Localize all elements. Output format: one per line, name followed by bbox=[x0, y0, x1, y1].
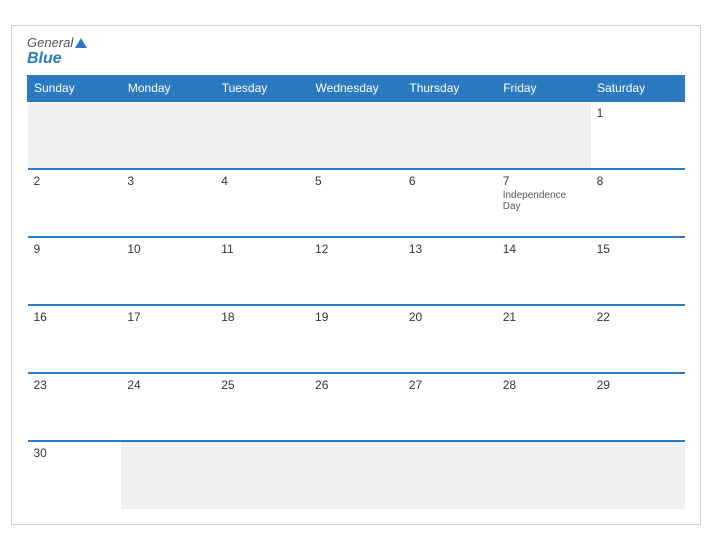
calendar-cell: 1 bbox=[591, 101, 685, 169]
calendar-cell: 28 bbox=[497, 373, 591, 441]
day-number: 8 bbox=[597, 174, 679, 188]
day-number: 7 bbox=[503, 174, 585, 188]
day-number: 21 bbox=[503, 310, 585, 324]
calendar-cell: 17 bbox=[121, 305, 215, 373]
day-number: 28 bbox=[503, 378, 585, 392]
calendar-cell: 11 bbox=[215, 237, 309, 305]
day-number: 29 bbox=[597, 378, 679, 392]
day-number: 24 bbox=[127, 378, 209, 392]
calendar-cell: 9 bbox=[28, 237, 122, 305]
logo-blue-text: Blue bbox=[27, 50, 62, 68]
calendar-row-3: 16 17 18 19 20 21 22 bbox=[28, 305, 685, 373]
calendar-cell: 29 bbox=[591, 373, 685, 441]
calendar-cell bbox=[309, 441, 403, 509]
calendar-cell bbox=[403, 441, 497, 509]
day-number: 11 bbox=[221, 242, 303, 256]
calendar-cell bbox=[121, 441, 215, 509]
logo-triangle-icon bbox=[75, 38, 87, 48]
day-number: 9 bbox=[34, 242, 116, 256]
day-number: 19 bbox=[315, 310, 397, 324]
weekday-header-monday: Monday bbox=[121, 76, 215, 102]
calendar-cell: 27 bbox=[403, 373, 497, 441]
calendar-cell: 22 bbox=[591, 305, 685, 373]
calendar-cell: 30 bbox=[28, 441, 122, 509]
calendar-thead: SundayMondayTuesdayWednesdayThursdayFrid… bbox=[28, 76, 685, 102]
calendar-header: General Blue bbox=[27, 36, 685, 68]
calendar-cell bbox=[309, 101, 403, 169]
calendar-row-4: 23 24 25 26 27 28 29 bbox=[28, 373, 685, 441]
day-number: 6 bbox=[409, 174, 491, 188]
day-number: 4 bbox=[221, 174, 303, 188]
calendar-cell: 4 bbox=[215, 169, 309, 237]
day-number: 16 bbox=[34, 310, 116, 324]
calendar-cell bbox=[121, 101, 215, 169]
calendar-row-5: 30 bbox=[28, 441, 685, 509]
day-number: 5 bbox=[315, 174, 397, 188]
day-number: 1 bbox=[597, 106, 679, 120]
day-number: 14 bbox=[503, 242, 585, 256]
day-number: 20 bbox=[409, 310, 491, 324]
day-number: 13 bbox=[409, 242, 491, 256]
calendar-cell bbox=[591, 441, 685, 509]
calendar-cell: 14 bbox=[497, 237, 591, 305]
day-number: 26 bbox=[315, 378, 397, 392]
day-number: 27 bbox=[409, 378, 491, 392]
weekday-header-saturday: Saturday bbox=[591, 76, 685, 102]
calendar-cell: 7 Independence Day bbox=[497, 169, 591, 237]
day-number: 10 bbox=[127, 242, 209, 256]
calendar-row-1: 234567 Independence Day 8 bbox=[28, 169, 685, 237]
calendar-cell bbox=[497, 441, 591, 509]
calendar-cell: 26 bbox=[309, 373, 403, 441]
calendar-cell: 16 bbox=[28, 305, 122, 373]
calendar-cell: 3 bbox=[121, 169, 215, 237]
calendar-row-0: 1 bbox=[28, 101, 685, 169]
logo-general-text: General bbox=[27, 36, 87, 50]
calendar-tbody: 1234567Independence Day89101112131415161… bbox=[28, 101, 685, 509]
day-number: 2 bbox=[34, 174, 116, 188]
day-number: 3 bbox=[127, 174, 209, 188]
calendar-cell: 15 bbox=[591, 237, 685, 305]
day-number: 25 bbox=[221, 378, 303, 392]
day-number: 15 bbox=[597, 242, 679, 256]
calendar-cell: 20 bbox=[403, 305, 497, 373]
calendar-cell: 21 bbox=[497, 305, 591, 373]
calendar-cell: 24 bbox=[121, 373, 215, 441]
calendar-cell bbox=[215, 441, 309, 509]
calendar-cell: 12 bbox=[309, 237, 403, 305]
calendar-cell: 2 bbox=[28, 169, 122, 237]
weekday-header-sunday: Sunday bbox=[28, 76, 122, 102]
calendar-cell bbox=[403, 101, 497, 169]
calendar-cell: 25 bbox=[215, 373, 309, 441]
weekday-header-tuesday: Tuesday bbox=[215, 76, 309, 102]
calendar-row-2: 9 10 11 12 13 14 15 bbox=[28, 237, 685, 305]
day-event: Independence Day bbox=[503, 190, 585, 212]
calendar-cell bbox=[497, 101, 591, 169]
day-number: 12 bbox=[315, 242, 397, 256]
day-number: 23 bbox=[34, 378, 116, 392]
calendar-cell: 6 bbox=[403, 169, 497, 237]
day-number: 17 bbox=[127, 310, 209, 324]
day-number: 30 bbox=[34, 446, 116, 460]
calendar-cell: 13 bbox=[403, 237, 497, 305]
calendar-cell: 23 bbox=[28, 373, 122, 441]
calendar-cell: 10 bbox=[121, 237, 215, 305]
calendar-cell bbox=[215, 101, 309, 169]
calendar-cell bbox=[28, 101, 122, 169]
calendar-table: SundayMondayTuesdayWednesdayThursdayFrid… bbox=[27, 75, 685, 509]
calendar-cell: 8 bbox=[591, 169, 685, 237]
calendar-cell: 18 bbox=[215, 305, 309, 373]
day-number: 18 bbox=[221, 310, 303, 324]
calendar-cell: 5 bbox=[309, 169, 403, 237]
weekday-header-thursday: Thursday bbox=[403, 76, 497, 102]
calendar: General Blue SundayMondayTuesdayWednesda… bbox=[11, 25, 701, 526]
weekday-header-friday: Friday bbox=[497, 76, 591, 102]
weekday-header-wednesday: Wednesday bbox=[309, 76, 403, 102]
logo: General Blue bbox=[27, 36, 87, 68]
day-number: 22 bbox=[597, 310, 679, 324]
calendar-cell: 19 bbox=[309, 305, 403, 373]
weekday-header-row: SundayMondayTuesdayWednesdayThursdayFrid… bbox=[28, 76, 685, 102]
